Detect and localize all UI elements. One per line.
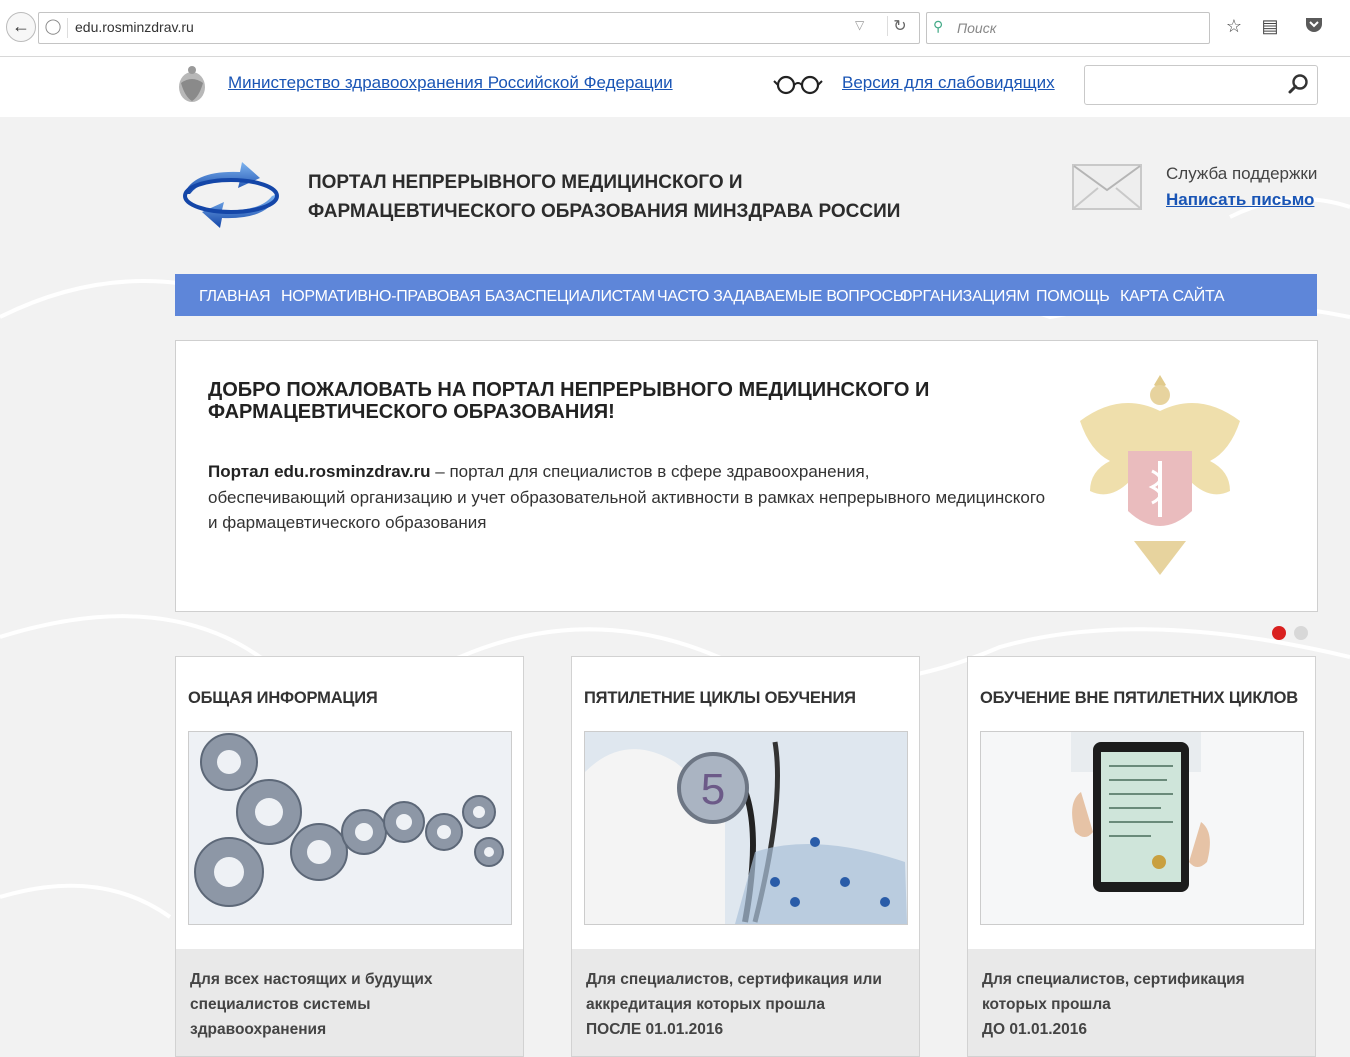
slider-dot[interactable] <box>1294 626 1308 640</box>
card-desc-line3: ДО 01.01.2016 <box>982 1021 1087 1038</box>
glasses-icon[interactable] <box>772 73 824 95</box>
card-title[interactable]: ОБЩАЯ ИНФОРМАЦИЯ <box>188 689 378 708</box>
card-desc-line2: специалистов системы <box>190 996 371 1013</box>
card-desc-line1: Для специалистов, сертификация <box>982 971 1245 988</box>
reload-icon[interactable]: ↻ <box>887 16 912 36</box>
welcome-title-line1: ДОБРО ПОЖАЛОВАТЬ НА ПОРТАЛ НЕПРЕРЫВНОГО … <box>208 379 930 401</box>
portal-title[interactable]: ПОРТАЛ НЕПРЕРЫВНОГО МЕДИЦИНСКОГО И ФАРМА… <box>308 168 948 226</box>
ministry-emblem-icon <box>179 66 205 102</box>
address-separator <box>67 18 68 38</box>
welcome-title: ДОБРО ПОЖАЛОВАТЬ НА ПОРТАЛ НЕПРЕРЫВНОГО … <box>208 379 1008 423</box>
card-five-year-cycles[interactable]: ПЯТИЛЕТНИЕ ЦИКЛЫ ОБУЧЕНИЯ 5 Для специали… <box>571 656 920 1057</box>
card-desc-line2: которых прошла <box>982 996 1111 1013</box>
card-desc-line3: здравоохранения <box>190 1021 327 1038</box>
portal-title-line2: ФАРМАЦЕВТИЧЕСКОГО ОБРАЗОВАНИЯ МИНЗДРАВА … <box>308 201 901 222</box>
gears-image <box>188 731 512 925</box>
card-title[interactable]: ОБУЧЕНИЕ ВНЕ ПЯТИЛЕТНИХ ЦИКЛОВ <box>980 689 1298 708</box>
slider-dot-active[interactable] <box>1272 626 1286 640</box>
nav-item-sitemap[interactable]: КАРТА САЙТА <box>1120 288 1225 306</box>
pocket-icon[interactable] <box>1302 14 1326 38</box>
card-outside-cycles[interactable]: ОБУЧЕНИЕ ВНЕ ПЯТИЛЕТНИХ ЦИКЛОВ Для специ… <box>967 656 1316 1057</box>
search-icon[interactable] <box>1287 73 1309 95</box>
address-bar[interactable]: ◯ edu.rosminzdrav.ru ▽ ↻ <box>38 12 920 44</box>
support-label: Служба поддержки <box>1166 164 1318 183</box>
card-desc-line2: аккредитация которых прошла <box>586 996 826 1013</box>
card-desc-line1: Для всех настоящих и будущих <box>190 971 433 988</box>
card-footer: Для специалистов, сертификация или аккре… <box>572 949 919 1056</box>
card-footer: Для специалистов, сертификация которых п… <box>968 949 1315 1056</box>
card-image-number: 5 <box>701 765 725 814</box>
nav-item-specialists[interactable]: СПЕЦИАЛИСТАМ <box>524 288 655 306</box>
card-general-info[interactable]: ОБЩАЯ ИНФОРМАЦИЯ Для всех настоящих и бу… <box>175 656 524 1057</box>
welcome-text-line2: обеспечивающий организацию и учет образо… <box>208 487 1046 507</box>
nav-item-organizations[interactable]: ОРГАНИЗАЦИЯМ <box>900 288 1030 306</box>
write-letter-link[interactable]: Написать письмо <box>1166 190 1314 210</box>
site-search-input[interactable] <box>1084 65 1318 105</box>
tablet-certificate-image <box>980 731 1304 925</box>
card-description: Для всех настоящих и будущих специалисто… <box>190 967 510 1042</box>
reading-list-icon[interactable]: ▤ <box>1258 14 1282 38</box>
nav-item-faq[interactable]: ЧАСТО ЗАДАВАЕМЫЕ ВОПРОСЫ <box>657 288 907 306</box>
envelope-icon[interactable] <box>1072 164 1142 210</box>
card-description: Для специалистов, сертификация которых п… <box>982 967 1302 1042</box>
browser-search-placeholder[interactable]: Поиск <box>957 20 996 36</box>
welcome-slide: ДОБРО ПОЖАЛОВАТЬ НА ПОРТАЛ НЕПРЕРЫВНОГО … <box>175 340 1318 612</box>
browser-toolbar: ← ◯ edu.rosminzdrav.ru ▽ ↻ ⚲ Поиск ☆ ▤ <box>0 0 1350 57</box>
portal-title-line1: ПОРТАЛ НЕПРЕРЫВНОГО МЕДИЦИНСКОГО И <box>308 172 743 193</box>
nav-item-legal-base[interactable]: НОРМАТИВНО-ПРАВОВАЯ БАЗА <box>281 288 525 306</box>
dropdown-arrow-icon[interactable]: ▽ <box>855 18 864 32</box>
card-desc-line1: Для специалистов, сертификация или <box>586 971 882 988</box>
card-footer: Для всех настоящих и будущих специалисто… <box>176 949 523 1056</box>
welcome-text-line3: и фармацевтического образования <box>208 513 487 532</box>
nav-item-home[interactable]: ГЛАВНАЯ <box>199 288 271 306</box>
welcome-title-line2: ФАРМАЦЕВТИЧЕСКОГО ОБРАЗОВАНИЯ! <box>208 401 615 423</box>
back-arrow-icon[interactable]: ← <box>6 12 36 42</box>
browser-search-box[interactable]: ⚲ Поиск <box>926 12 1210 44</box>
stethoscope-image: 5 <box>584 731 908 925</box>
ministry-strip: Министерство здравоохранения Российской … <box>0 57 1350 117</box>
search-engine-icon[interactable]: ⚲ <box>933 18 943 35</box>
globe-icon: ◯ <box>44 18 62 35</box>
card-title[interactable]: ПЯТИЛЕТНИЕ ЦИКЛЫ ОБУЧЕНИЯ <box>584 689 856 708</box>
ministry-eagle-emblem <box>1080 375 1240 575</box>
welcome-description: Портал edu.rosminzdrav.ru – портал для с… <box>208 459 1058 536</box>
address-text[interactable]: edu.rosminzdrav.ru <box>75 19 194 35</box>
portal-logo-icon[interactable] <box>176 160 286 232</box>
low-vision-link[interactable]: Версия для слабовидящих <box>842 73 1055 93</box>
bookmark-star-icon[interactable]: ☆ <box>1222 14 1246 38</box>
main-nav: ГЛАВНАЯ НОРМАТИВНО-ПРАВОВАЯ БАЗА СПЕЦИАЛ… <box>175 274 1317 316</box>
nav-item-help[interactable]: ПОМОЩЬ <box>1036 288 1110 306</box>
welcome-text-bold: Портал edu.rosminzdrav.ru <box>208 462 431 481</box>
welcome-text-line1: – портал для специалистов в сфере здраво… <box>430 462 870 481</box>
ministry-link[interactable]: Министерство здравоохранения Российской … <box>228 73 673 93</box>
card-desc-line3: ПОСЛЕ 01.01.2016 <box>586 1021 724 1038</box>
card-description: Для специалистов, сертификация или аккре… <box>586 967 906 1042</box>
